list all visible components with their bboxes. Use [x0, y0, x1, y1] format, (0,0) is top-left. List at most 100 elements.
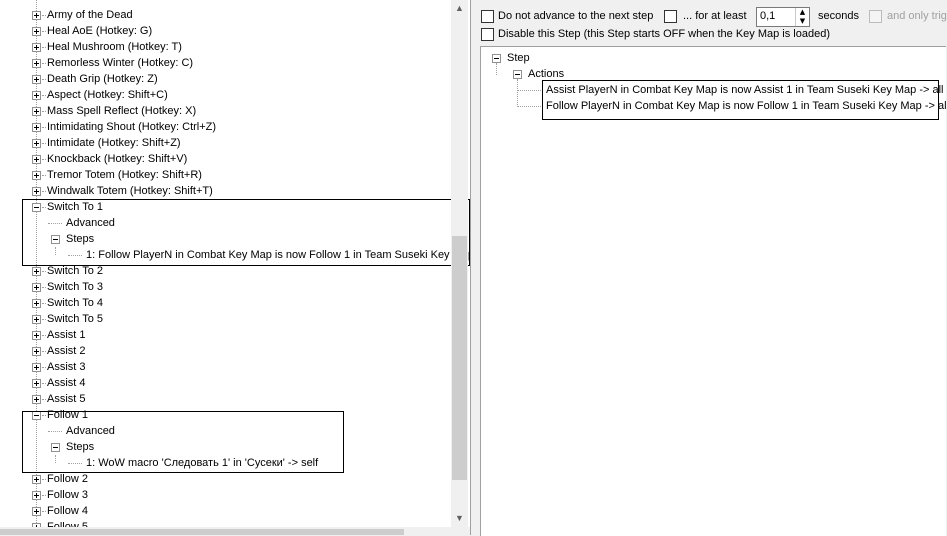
tree-item-mass-spell-reflect-hotkey-x[interactable]: Mass Spell Reflect (Hotkey: X): [47, 103, 196, 119]
expand-icon[interactable]: [32, 123, 41, 132]
for-at-least-label: ... for at least: [683, 10, 747, 22]
tree-item-remorless-winter-hotkey-c[interactable]: Remorless Winter (Hotkey: C): [47, 55, 193, 71]
disable-step-label: Disable this Step (this Step starts OFF …: [498, 28, 830, 40]
spin-up-icon[interactable]: ▲: [796, 8, 809, 17]
spin-buttons[interactable]: ▲ ▼: [795, 8, 809, 26]
tree-item-switch-to-4[interactable]: Switch To 4: [47, 295, 103, 311]
expand-icon[interactable]: [32, 331, 41, 340]
expand-icon[interactable]: [32, 363, 41, 372]
tree-connector: [42, 159, 46, 160]
tree-item-tremor-totem-hotkey-shift-r[interactable]: Tremor Totem (Hotkey: Shift+R): [47, 167, 202, 183]
tree-horizontal-scrollbar[interactable]: [0, 527, 470, 535]
tree-connector: [42, 111, 46, 112]
tree-item-follow-4[interactable]: Follow 4: [47, 503, 88, 519]
expand-icon[interactable]: [32, 139, 41, 148]
expand-icon[interactable]: [32, 299, 41, 308]
step-node[interactable]: Step: [507, 50, 530, 66]
tree-item-follow-2[interactable]: Follow 2: [47, 471, 88, 487]
tree-connector: [42, 79, 46, 80]
tree-connector: [42, 271, 46, 272]
tree-connector: [42, 191, 46, 192]
seconds-label: seconds: [818, 10, 859, 22]
action-item-2[interactable]: Follow PlayerN in Combat Key Map is now …: [546, 98, 947, 114]
tree-connector: [42, 495, 46, 496]
action-item-1[interactable]: Assist PlayerN in Combat Key Map is now …: [546, 82, 943, 98]
tree-item-switch-to-5[interactable]: Switch To 5: [47, 311, 103, 327]
expand-icon[interactable]: [32, 507, 41, 516]
tree-item-assist-3[interactable]: Assist 3: [47, 359, 86, 375]
expand-icon[interactable]: [32, 379, 41, 388]
tree-connector: [42, 319, 46, 320]
expand-icon[interactable]: [32, 91, 41, 100]
scroll-down-arrow-icon[interactable]: ▼: [451, 510, 468, 527]
tree-item-assist-5[interactable]: Assist 5: [47, 391, 86, 407]
tree-item-follow-3[interactable]: Follow 3: [47, 487, 88, 503]
expand-icon[interactable]: [32, 75, 41, 84]
tree-connector: [42, 383, 46, 384]
tree-connector: [42, 95, 46, 96]
expand-icon[interactable]: [32, 27, 41, 36]
for-at-least-checkbox[interactable]: [664, 10, 677, 23]
expand-icon[interactable]: [32, 171, 41, 180]
seconds-spinbox[interactable]: 0,1 ▲ ▼: [756, 7, 810, 27]
tree-item-knockback-hotkey-shift-v[interactable]: Knockback (Hotkey: Shift+V): [47, 151, 187, 167]
expand-icon[interactable]: [32, 43, 41, 52]
expand-icon[interactable]: [32, 155, 41, 164]
expand-icon[interactable]: [32, 491, 41, 500]
spin-down-icon[interactable]: ▼: [796, 17, 809, 26]
expand-icon[interactable]: [32, 187, 41, 196]
tree-item-windwalk-totem-hotkey-shift-t[interactable]: Windwalk Totem (Hotkey: Shift+T): [47, 183, 213, 199]
expand-icon[interactable]: [32, 59, 41, 68]
scroll-up-arrow-icon[interactable]: ▲: [451, 0, 468, 17]
switch-to-1-highlight-box: [22, 199, 470, 266]
tree-connector: [42, 31, 46, 32]
disable-step-checkbox[interactable]: [481, 28, 494, 41]
tree-item-intimidate-hotkey-shift-z[interactable]: Intimidate (Hotkey: Shift+Z): [47, 135, 181, 151]
scroll-thumb[interactable]: [452, 236, 467, 480]
expand-icon[interactable]: [32, 395, 41, 404]
action2-connector: [517, 106, 541, 107]
key-map-tree[interactable]: Army of the Dead Heal AoE (Hotkey: G) Heal…: [0, 0, 471, 535]
actions-collapse-icon[interactable]: [513, 70, 522, 79]
tree-item-death-grip-hotkey-z[interactable]: Death Grip (Hotkey: Z): [47, 71, 158, 87]
tree-connector: [42, 287, 46, 288]
step-actions-tree[interactable]: Step Actions Assist PlayerN in Combat Ke…: [480, 46, 947, 536]
expand-icon[interactable]: [32, 11, 41, 20]
tree-item-assist-2[interactable]: Assist 2: [47, 343, 86, 359]
no-advance-checkbox[interactable]: [481, 10, 494, 23]
hscroll-thumb[interactable]: [0, 529, 404, 535]
tree-item-heal-mushroom-hotkey-t[interactable]: Heal Mushroom (Hotkey: T): [47, 39, 182, 55]
expand-icon[interactable]: [32, 315, 41, 324]
action1-connector: [517, 90, 541, 91]
tree-item-switch-to-3[interactable]: Switch To 3: [47, 279, 103, 295]
tree-item-aspect-hotkey-shift-c[interactable]: Aspect (Hotkey: Shift+C): [47, 87, 168, 103]
tree-connector: [42, 335, 46, 336]
only-trigger-label: and only trigg: [887, 10, 947, 22]
expand-icon[interactable]: [32, 475, 41, 484]
step-collapse-icon[interactable]: [492, 54, 501, 63]
tree-connector: [42, 479, 46, 480]
tree-item-assist-4[interactable]: Assist 4: [47, 375, 86, 391]
tree-connector: [42, 511, 46, 512]
no-advance-label: Do not advance to the next step: [498, 10, 654, 22]
expand-icon[interactable]: [32, 347, 41, 356]
expand-icon[interactable]: [32, 267, 41, 276]
only-trigger-checkbox[interactable]: [869, 10, 882, 23]
tree-connector: [42, 127, 46, 128]
step-branch-line: [496, 63, 497, 75]
tree-vertical-scrollbar[interactable]: ▲ ▼: [451, 0, 468, 527]
tree-item-intimidating-shout-hotkey-ctrl-z[interactable]: Intimidating Shout (Hotkey: Ctrl+Z): [47, 119, 216, 135]
tree-item-heal-aoe-hotkey-g[interactable]: Heal AoE (Hotkey: G): [47, 23, 152, 39]
expand-icon[interactable]: [32, 107, 41, 116]
expand-icon[interactable]: [32, 283, 41, 292]
tree-connector: [42, 143, 46, 144]
tree-item-army-of-the-dead[interactable]: Army of the Dead: [47, 7, 133, 23]
tree-item-assist-1[interactable]: Assist 1: [47, 327, 86, 343]
actions-branch-line: [517, 79, 518, 107]
follow-1-highlight-box: [22, 411, 344, 473]
seconds-value[interactable]: 0,1: [760, 10, 775, 22]
tree-connector: [42, 175, 46, 176]
step-details-panel: Do not advance to the next step ... for …: [474, 0, 947, 536]
tree-connector: [42, 399, 46, 400]
tree-connector: [42, 351, 46, 352]
